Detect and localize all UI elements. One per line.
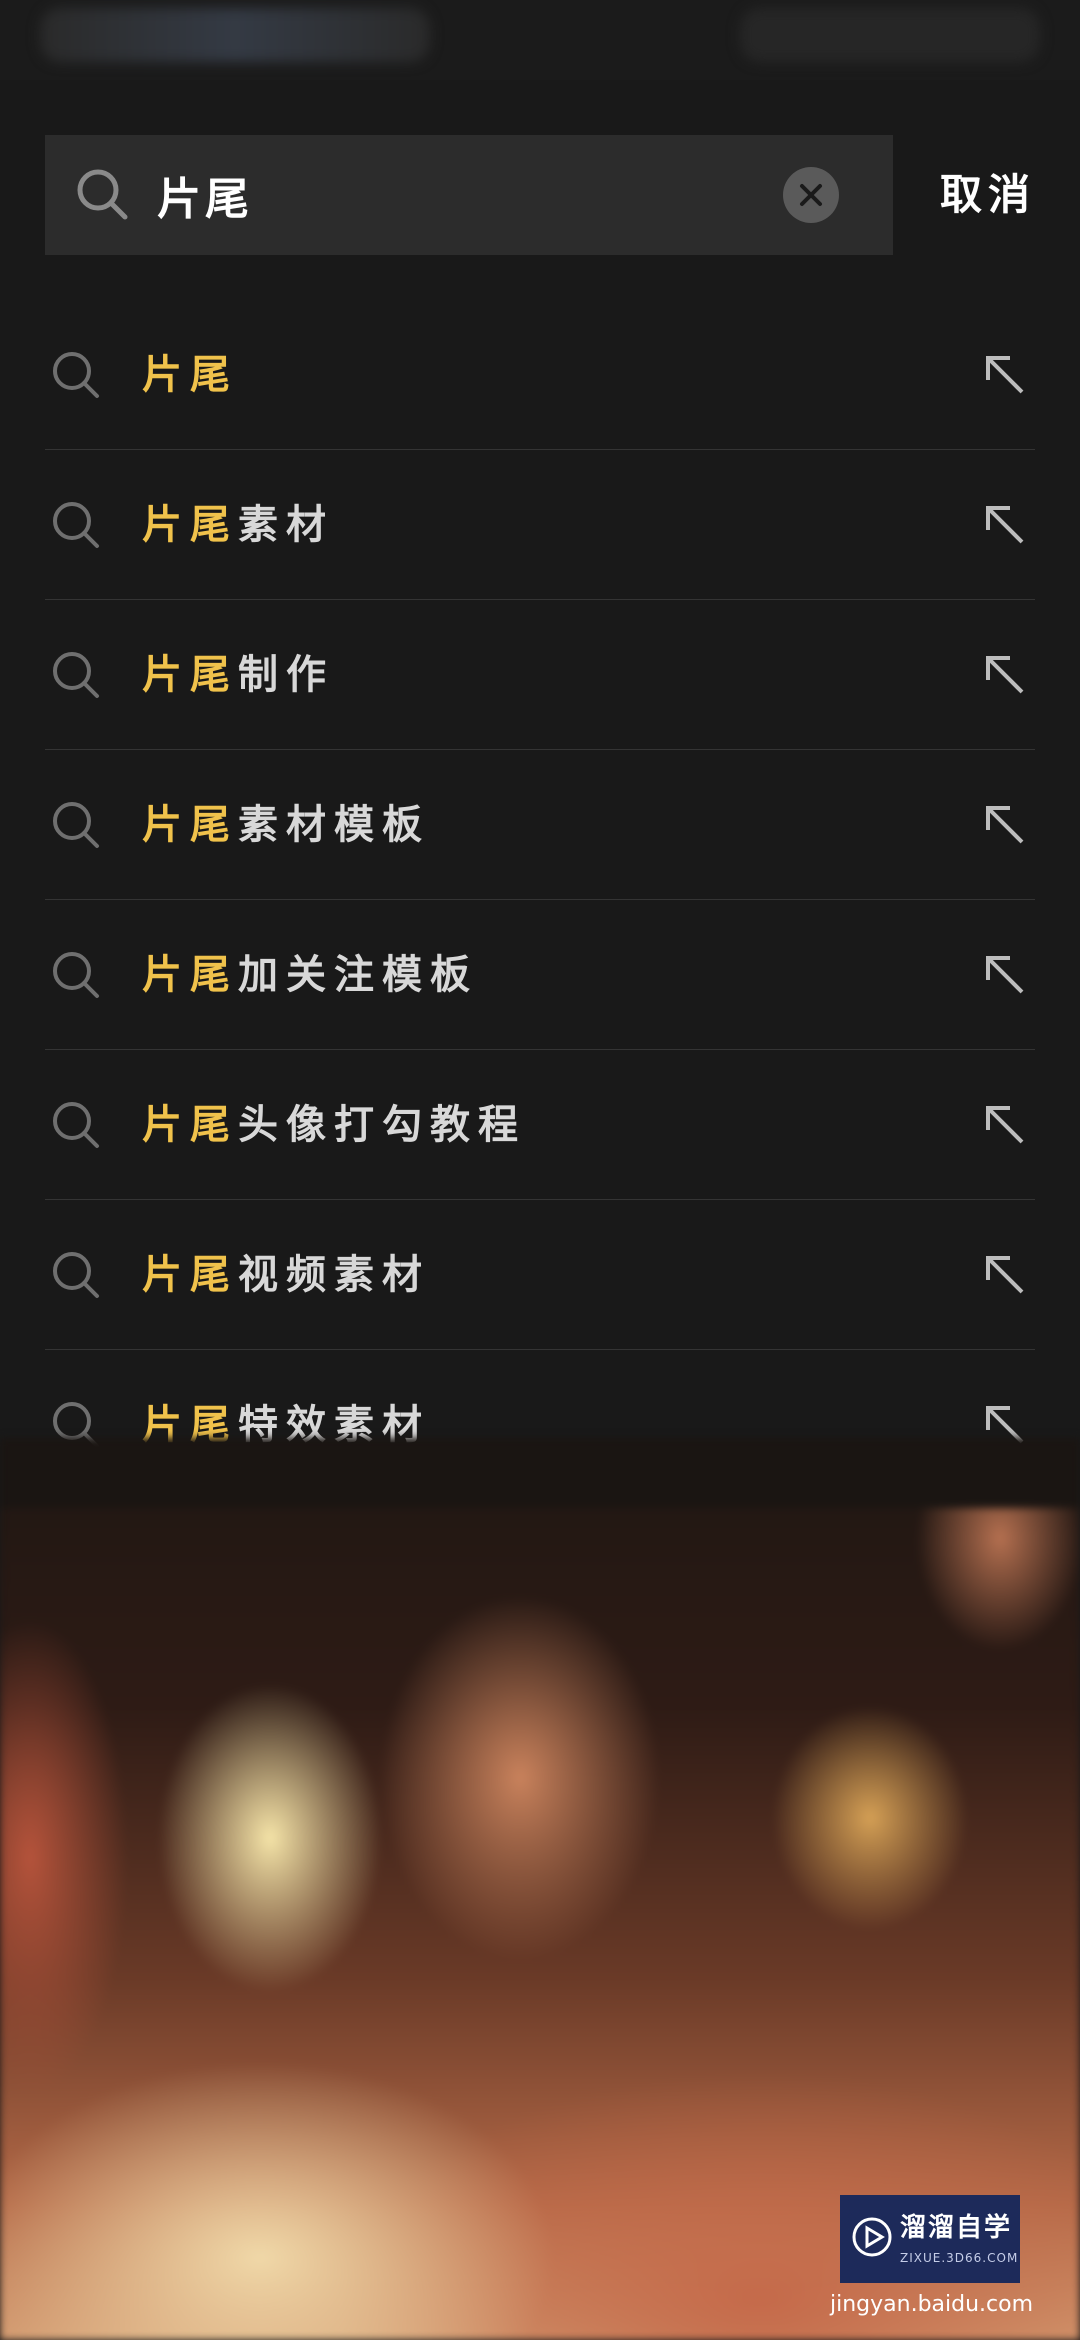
suggestion-item[interactable]: 片尾视频素材: [45, 1200, 1035, 1350]
suggestion-item[interactable]: 片尾素材: [45, 450, 1035, 600]
suggestion-text: 片尾: [142, 345, 238, 405]
suggestion-rest: 加关注模板: [238, 952, 478, 998]
suggestion-text: 片尾头像打勾教程: [142, 1095, 526, 1155]
suggestion-highlight: 片尾: [142, 1102, 238, 1148]
clear-button[interactable]: [783, 167, 839, 223]
suggestion-item[interactable]: 片尾素材模板: [45, 750, 1035, 900]
search-icon: [49, 1248, 103, 1302]
suggestion-highlight: 片尾: [142, 802, 238, 848]
suggestion-rest: 视频素材: [238, 1252, 430, 1298]
status-bar-blur: [0, 0, 1080, 80]
search-input[interactable]: [157, 157, 797, 233]
arrow-up-left-icon[interactable]: [980, 800, 1030, 850]
suggestion-rest: 素材模板: [238, 802, 430, 848]
search-icon: [49, 1098, 103, 1152]
suggestion-list: 片尾 片尾素材 片尾制作 片尾素材模板 片尾加关注模板 片尾头像打勾教程 片尾视…: [45, 300, 1035, 1500]
arrow-up-left-icon[interactable]: [980, 350, 1030, 400]
search-row: 取消: [45, 135, 1035, 255]
clear-icon: [800, 184, 822, 206]
suggestion-rest: 素材: [238, 502, 334, 548]
search-icon: [49, 348, 103, 402]
suggestion-highlight: 片尾: [142, 352, 238, 398]
suggestion-highlight: 片尾: [142, 502, 238, 548]
arrow-up-left-icon[interactable]: [980, 950, 1030, 1000]
blurred-element: [40, 8, 430, 62]
suggestion-highlight: 片尾: [142, 1252, 238, 1298]
watermark-title: 溜溜自学: [900, 2213, 1013, 2243]
play-icon: [850, 2215, 894, 2259]
suggestion-rest: 头像打勾教程: [238, 1102, 526, 1148]
watermark-logo: 溜溜自学 ZIXUE.3D66.COM: [840, 2195, 1020, 2283]
search-icon: [49, 948, 103, 1002]
suggestion-rest: 制作: [238, 652, 334, 698]
search-icon: [49, 498, 103, 552]
search-box[interactable]: [45, 135, 893, 255]
watermark-site: jingyan.baidu.com: [830, 2292, 1034, 2317]
arrow-up-left-icon[interactable]: [980, 650, 1030, 700]
suggestion-text: 片尾素材: [142, 495, 334, 555]
search-icon: [49, 648, 103, 702]
suggestion-highlight: 片尾: [142, 952, 238, 998]
suggestion-text: 片尾加关注模板: [142, 945, 478, 1005]
arrow-up-left-icon[interactable]: [980, 1100, 1030, 1150]
suggestion-text: 片尾素材模板: [142, 795, 430, 855]
watermark-subtitle: ZIXUE.3D66.COM: [900, 2251, 1019, 2265]
suggestion-highlight: 片尾: [142, 652, 238, 698]
suggestion-item[interactable]: 片尾: [45, 300, 1035, 450]
cancel-button[interactable]: 取消: [940, 165, 1040, 225]
blurred-element: [740, 8, 1040, 62]
suggestion-item[interactable]: 片尾加关注模板: [45, 900, 1035, 1050]
suggestion-item[interactable]: 片尾制作: [45, 600, 1035, 750]
search-icon: [49, 798, 103, 852]
suggestion-text: 片尾制作: [142, 645, 334, 705]
search-icon: [73, 165, 133, 225]
arrow-up-left-icon[interactable]: [980, 1250, 1030, 1300]
arrow-up-left-icon[interactable]: [980, 500, 1030, 550]
suggestion-item[interactable]: 片尾头像打勾教程: [45, 1050, 1035, 1200]
suggestion-text: 片尾视频素材: [142, 1245, 430, 1305]
blurred-band: [0, 1438, 1080, 1508]
